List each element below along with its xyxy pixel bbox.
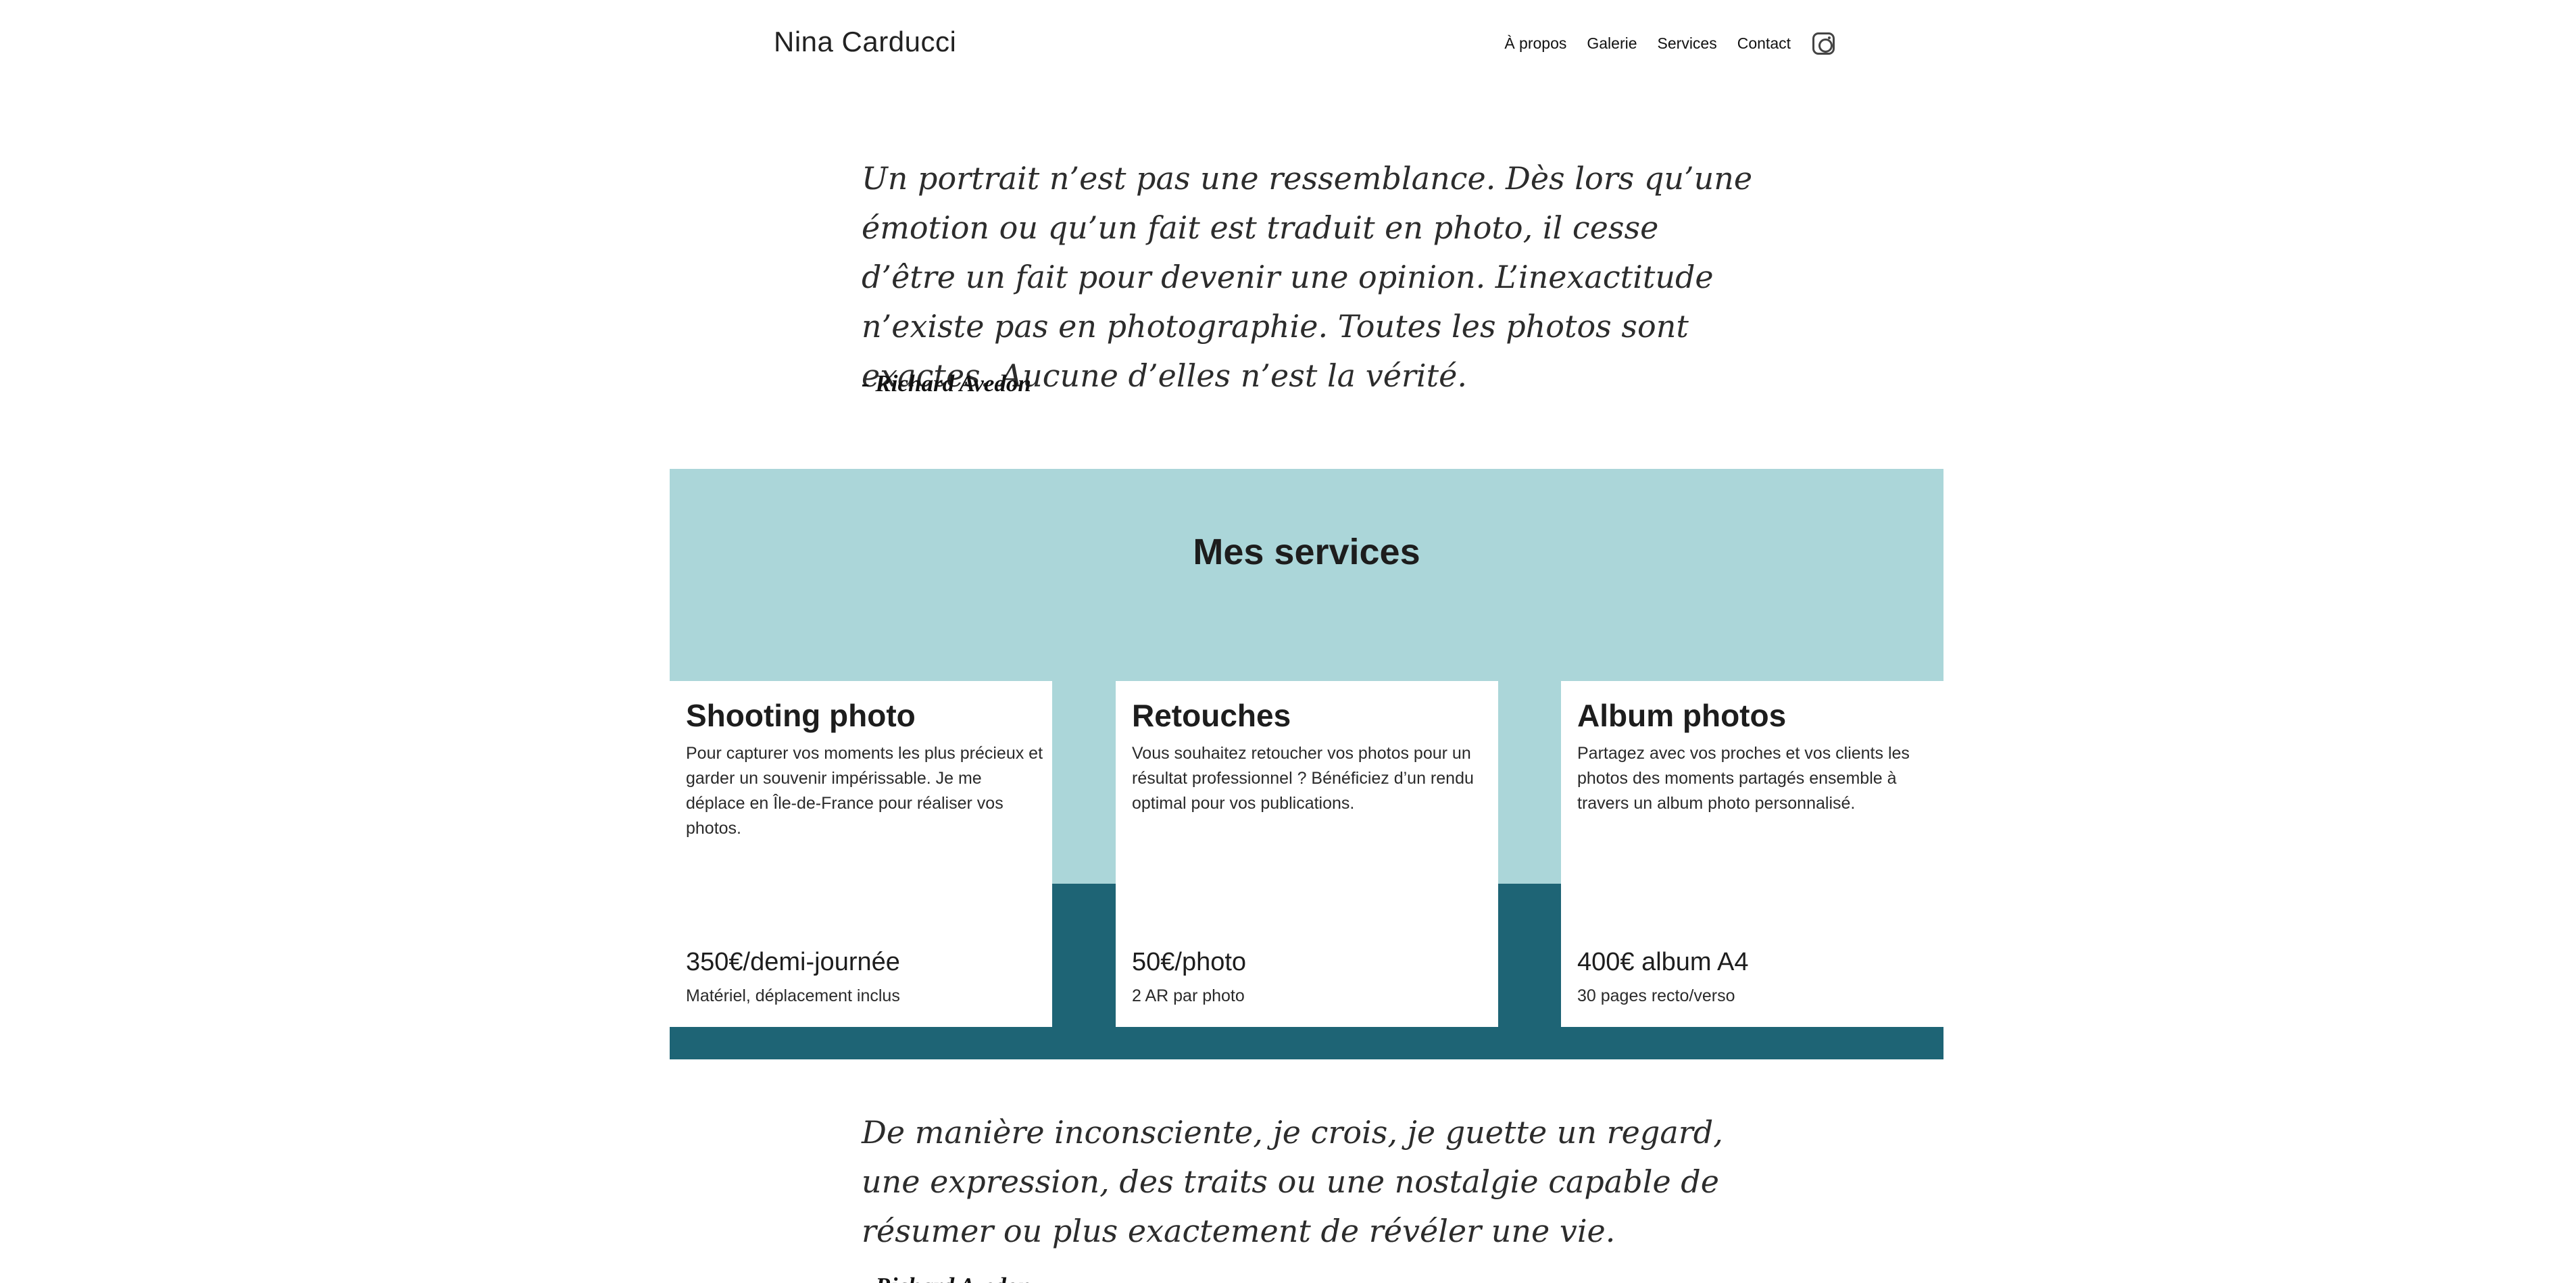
- instagram-icon[interactable]: [1812, 32, 1835, 55]
- service-card-description: Vous souhaitez retoucher vos photos pour…: [1132, 744, 1474, 813]
- quote-author: - Richard Avedon: [862, 1273, 1031, 1283]
- services-title: Mes services: [1193, 532, 1420, 572]
- nav-link-a-propos[interactable]: À propos: [1504, 34, 1566, 53]
- quote-text: De manière inconsciente, je crois, je gu…: [862, 1114, 1723, 1249]
- quote-author: - Richard Avedon: [862, 370, 1031, 397]
- service-card-retouches: Retouches Vous souhaitez retoucher vos p…: [1116, 681, 1498, 1027]
- service-card-description: Partagez avec vos proches et vos clients…: [1577, 744, 1910, 813]
- service-card-title: Shooting photo: [686, 698, 916, 733]
- service-card-title: Album photos: [1577, 698, 1787, 733]
- nav-link-galerie[interactable]: Galerie: [1587, 34, 1637, 53]
- service-card-price: 350€/demi-journée: [686, 948, 900, 976]
- service-card-price: 400€ album A4: [1577, 948, 1749, 976]
- site-brand[interactable]: Nina Carducci: [774, 26, 956, 58]
- nav-link-contact[interactable]: Contact: [1737, 34, 1791, 53]
- service-card-note: 30 pages recto/verso: [1577, 986, 1735, 1005]
- nav-link-services[interactable]: Services: [1658, 34, 1717, 53]
- service-card-description: Pour capturer vos moments les plus préci…: [686, 744, 1043, 838]
- service-card-shooting: Shooting photo Pour capturer vos moments…: [670, 681, 1052, 1027]
- main-navigation: À propos Galerie Services Contact: [1504, 32, 1835, 55]
- service-card-price: 50€/photo: [1132, 948, 1247, 976]
- site-header: Nina Carducci À propos Galerie Services …: [774, 23, 1835, 70]
- service-card-album: Album photos Partagez avec vos proches e…: [1561, 681, 1943, 1027]
- service-card-title: Retouches: [1132, 698, 1291, 733]
- service-card-note: 2 AR par photo: [1132, 986, 1245, 1005]
- service-card-note: Matériel, déplacement inclus: [686, 986, 900, 1005]
- quote-text: Un portrait n’est pas une ressemblance. …: [862, 160, 1753, 394]
